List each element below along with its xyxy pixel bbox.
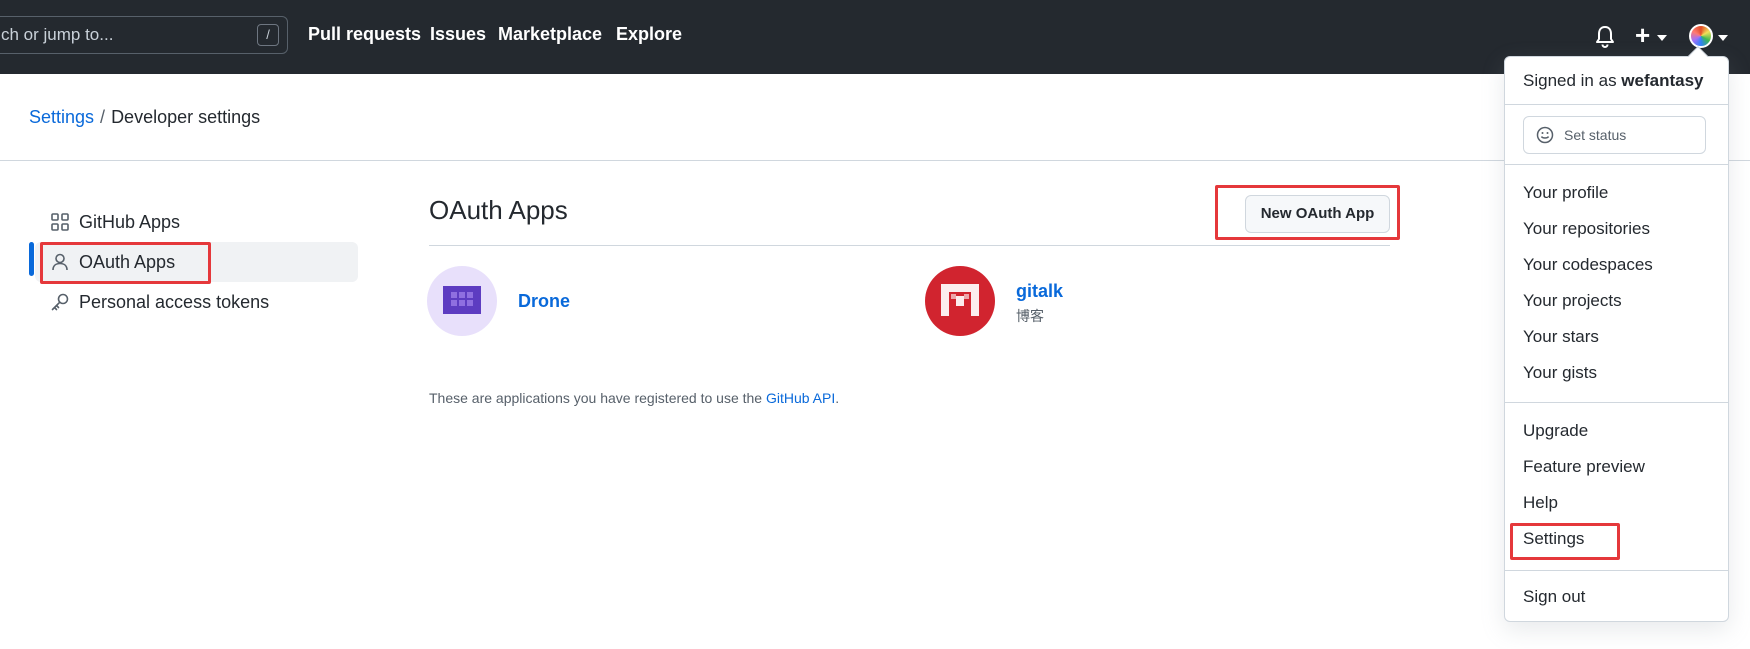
search-placeholder: ch or jump to... (1, 25, 114, 44)
breadcrumb-settings-link[interactable]: Settings (29, 107, 94, 127)
app-link-gitalk[interactable]: gitalk (1016, 281, 1063, 302)
divider (429, 245, 1390, 246)
nav-pull-requests[interactable]: Pull requests (308, 24, 421, 45)
menu-item-feature-preview[interactable]: Feature preview (1523, 457, 1645, 477)
page-title: OAuth Apps (429, 195, 568, 225)
drone-logo-icon (443, 286, 481, 314)
sidebar-item-personal-access-tokens[interactable]: Personal access tokens (40, 282, 358, 322)
app-link-drone[interactable]: Drone (518, 291, 570, 312)
divider (1505, 164, 1728, 165)
menu-item-your-repositories[interactable]: Your repositories (1523, 219, 1650, 239)
github-api-link[interactable]: GitHub API (766, 390, 835, 406)
menu-item-sign-out[interactable]: Sign out (1523, 587, 1585, 607)
drone-app-logo[interactable] (427, 266, 497, 336)
search-shortcut-key: / (257, 24, 279, 46)
menu-item-upgrade[interactable]: Upgrade (1523, 421, 1588, 441)
gitalk-app-logo[interactable] (925, 266, 995, 336)
nav-issues[interactable]: Issues (430, 24, 486, 45)
set-status-label: Set status (1564, 127, 1627, 143)
divider (1505, 104, 1728, 105)
key-icon (51, 293, 69, 311)
registered-apps-note: These are applications you have register… (429, 390, 839, 406)
nav-explore[interactable]: Explore (616, 24, 682, 45)
menu-item-your-gists[interactable]: Your gists (1523, 363, 1597, 383)
note-suffix: . (835, 390, 840, 406)
menu-item-your-stars[interactable]: Your stars (1523, 327, 1599, 347)
divider (1505, 402, 1728, 403)
bell-icon[interactable] (1594, 25, 1616, 49)
annotation-highlight (40, 242, 211, 284)
annotation-highlight (1215, 185, 1400, 240)
apps-icon (51, 213, 69, 231)
menu-item-help[interactable]: Help (1523, 493, 1558, 513)
top-navigation-bar: ch or jump to... / Pull requests Issues … (0, 0, 1750, 74)
chevron-down-icon[interactable] (1657, 35, 1667, 41)
username: wefantasy (1621, 71, 1704, 90)
gitalk-logo-icon (941, 284, 979, 316)
breadcrumb-separator: / (100, 107, 106, 127)
divider (0, 160, 1750, 161)
sidebar-item-label: GitHub Apps (79, 212, 181, 232)
active-indicator (29, 242, 34, 276)
annotation-highlight (1510, 523, 1620, 560)
app-description: 博客 (1016, 308, 1044, 324)
sidebar-item-label: Personal access tokens (79, 292, 270, 312)
smiley-icon (1536, 126, 1554, 144)
signed-in-label: Signed in as wefantasy (1523, 71, 1704, 91)
signed-in-prefix: Signed in as (1523, 71, 1622, 90)
search-input[interactable]: ch or jump to... / (0, 16, 288, 54)
avatar[interactable] (1689, 24, 1713, 48)
nav-marketplace[interactable]: Marketplace (498, 24, 602, 45)
menu-item-your-codespaces[interactable]: Your codespaces (1523, 255, 1653, 275)
plus-icon[interactable]: + (1635, 22, 1650, 48)
breadcrumb-current: Developer settings (111, 107, 261, 127)
sidebar-item-github-apps[interactable]: GitHub Apps (40, 202, 358, 242)
menu-item-your-projects[interactable]: Your projects (1523, 291, 1622, 311)
chevron-down-icon[interactable] (1718, 35, 1728, 41)
divider (1505, 570, 1728, 571)
set-status-button[interactable]: Set status (1523, 116, 1706, 154)
menu-item-your-profile[interactable]: Your profile (1523, 183, 1608, 203)
breadcrumb: Settings / Developer settings (29, 107, 260, 128)
note-text: These are applications you have register… (429, 390, 766, 406)
